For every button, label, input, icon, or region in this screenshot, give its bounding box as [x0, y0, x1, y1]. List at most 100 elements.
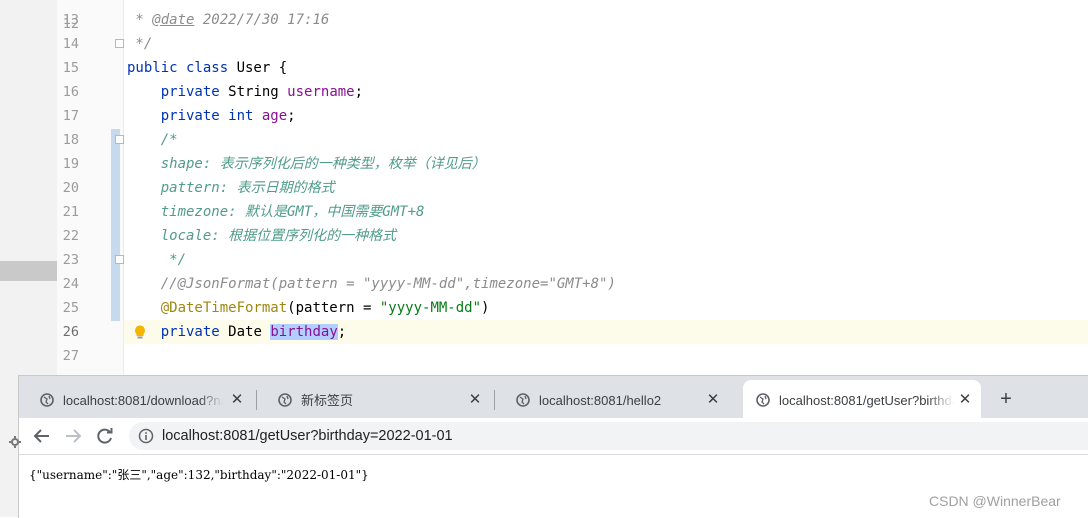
code-line[interactable]: 17 private int age; [0, 104, 1088, 128]
code-line[interactable]: 24 //@JsonFormat(pattern = "yyyy-MM-dd",… [0, 272, 1088, 296]
line-number: 14 [62, 36, 79, 52]
code-line[interactable]: 19 shape: 表示序列化后的一种类型，枚举（详见后） [0, 152, 1088, 176]
globe-icon [40, 393, 54, 407]
globe-icon [516, 393, 530, 407]
code-token: public class [127, 60, 237, 76]
code-token: locale: 根据位置序列化的一种格式 [160, 228, 397, 244]
code-token: birthday [270, 324, 338, 340]
line-number: 23 [62, 252, 79, 268]
browser-toolbar: localhost:8081/getUser?birthday=2022-01-… [19, 418, 1088, 455]
fold-toggle-icon[interactable] [115, 39, 124, 48]
code-token: ; [354, 84, 364, 100]
code-token: /* [160, 132, 178, 148]
line-number: 26 [62, 324, 79, 340]
code-line[interactable]: 14 */ [0, 32, 1088, 56]
tab-hello2[interactable]: localhost:8081/hello2 ✕ [495, 376, 733, 418]
code-text: */ [127, 32, 152, 56]
code-line[interactable]: 27 [0, 344, 1088, 368]
code-line[interactable]: 22 locale: 根据位置序列化的一种格式 [0, 224, 1088, 248]
code-token: timezone: 默认是GMT，中国需要GMT+8 [160, 204, 425, 220]
code-token: pattern: 表示日期的格式 [160, 180, 335, 196]
line-number: 13 [62, 12, 79, 28]
back-arrow-icon[interactable] [31, 425, 53, 447]
code-token: @DateTimeFormat [160, 300, 288, 316]
gear-icon [9, 433, 21, 448]
tab-title: 新标签页 [301, 393, 354, 408]
close-tab-icon[interactable]: ✕ [227, 390, 247, 410]
reload-icon[interactable] [94, 425, 116, 447]
url-text[interactable]: localhost:8081/getUser?birthday=2022-01-… [162, 427, 453, 445]
code-token: "yyyy-MM-dd" [379, 300, 482, 316]
browser-window: localhost:8081/download?name= ✕ 新标签页 ✕ l… [18, 375, 1088, 518]
code-line[interactable]: 25 @DateTimeFormat(pattern = "yyyy-MM-dd… [0, 296, 1088, 320]
code-line[interactable]: 21 timezone: 默认是GMT，中国需要GMT+8 [0, 200, 1088, 224]
tab-getuser[interactable]: localhost:8081/getUser?birthday ✕ [743, 380, 981, 418]
code-token: (pattern = [287, 300, 380, 316]
code-line[interactable]: 20 pattern: 表示日期的格式 [0, 176, 1088, 200]
close-tab-icon[interactable]: ✕ [465, 390, 485, 410]
code-token: private [160, 84, 229, 100]
code-token: User { [236, 60, 288, 76]
code-text: shape: 表示序列化后的一种类型，枚举（详见后） [127, 152, 486, 176]
forward-arrow-icon[interactable] [62, 425, 84, 447]
code-line[interactable]: 13 * @date 2022/7/30 17:16 [0, 8, 1088, 32]
line-number: 18 [62, 132, 79, 148]
close-tab-icon[interactable]: ✕ [955, 390, 975, 410]
code-token: @date [152, 12, 195, 28]
code-token: private [160, 324, 229, 340]
code-token: * [127, 12, 153, 28]
code-token: shape: 表示序列化后的一种类型，枚举（详见后） [160, 156, 486, 172]
tab-download[interactable]: localhost:8081/download?name= ✕ [19, 376, 257, 418]
code-line[interactable]: 26 private Date birthday; [0, 320, 1088, 344]
close-tab-icon[interactable]: ✕ [703, 390, 723, 410]
code-token: age [261, 108, 288, 124]
tab-title: localhost:8081/getUser?birthday [779, 393, 954, 408]
code-token: username [287, 84, 355, 100]
fold-toggle-icon[interactable] [115, 135, 124, 144]
code-text: */ [127, 248, 186, 272]
code-text: private Date birthday; [127, 320, 346, 344]
tab-new-tab-page[interactable]: 新标签页 ✕ [257, 376, 495, 418]
line-number: 27 [62, 348, 79, 364]
code-text: /* [127, 128, 178, 152]
code-token: */ [169, 252, 187, 268]
tab-title: localhost:8081/download?name= [63, 393, 223, 408]
new-tab-button[interactable]: + [995, 388, 1017, 410]
globe-icon [756, 393, 770, 407]
line-number: 20 [62, 180, 79, 196]
code-line[interactable]: 23 */ [0, 248, 1088, 272]
code-line[interactable]: 15 public class User { [0, 56, 1088, 80]
code-token: private int [160, 108, 262, 124]
code-text: private String username; [127, 80, 363, 104]
code-token: ) [481, 300, 490, 316]
code-token: 2022/7/30 17:16 [194, 12, 330, 28]
code-token: //@JsonFormat(pattern = "yyyy-MM-dd",tim… [160, 276, 616, 292]
code-text: * @date 2022/7/30 17:16 [127, 8, 329, 32]
code-line[interactable]: 16 private String username; [0, 80, 1088, 104]
json-response: {"username":"张三","age":132,"birthday":"2… [29, 468, 369, 482]
code-text: //@JsonFormat(pattern = "yyyy-MM-dd",tim… [127, 272, 616, 296]
code-token: String [228, 84, 288, 100]
code-text: timezone: 默认是GMT，中国需要GMT+8 [127, 200, 425, 224]
globe-icon [278, 393, 292, 407]
info-icon[interactable] [138, 428, 154, 444]
line-number: 15 [62, 60, 79, 76]
line-number: 21 [62, 204, 79, 220]
code-line[interactable]: 18 /* [0, 128, 1088, 152]
code-token: Date [228, 324, 271, 340]
tab-title: localhost:8081/hello2 [539, 393, 662, 408]
code-token: */ [127, 36, 153, 52]
address-bar[interactable]: localhost:8081/getUser?birthday=2022-01-… [129, 422, 1088, 450]
fold-toggle-icon[interactable] [115, 255, 124, 264]
code-text: locale: 根据位置序列化的一种格式 [127, 224, 396, 248]
